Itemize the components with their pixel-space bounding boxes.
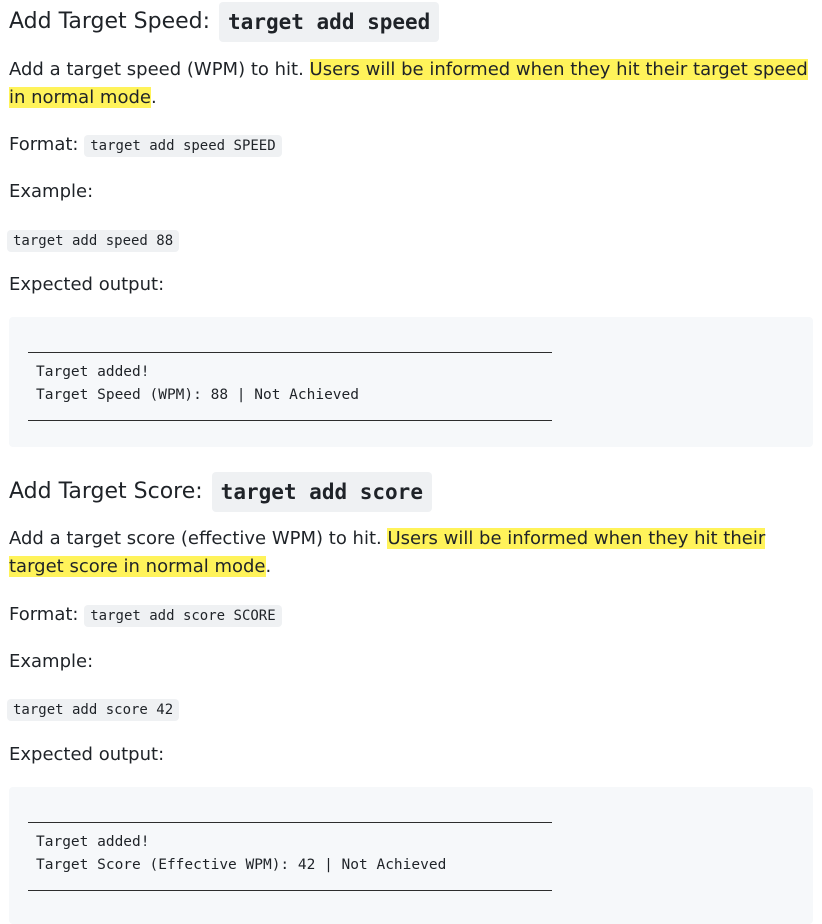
- output-line: Target added!: [36, 364, 150, 380]
- section-heading: Add Target Speed: target add speed: [9, 2, 813, 42]
- output-divider-bottom: [28, 890, 552, 891]
- example-label: Example:: [9, 181, 94, 202]
- example-paragraph: Example:: [9, 178, 813, 206]
- output-divider-top: [28, 352, 552, 353]
- format-code: target add score SCORE: [84, 605, 282, 627]
- section-add-target-score: Add Target Score: target add score: [9, 472, 813, 512]
- output-line: Target added!: [36, 834, 150, 850]
- example-code-paragraph: target add score 42: [7, 695, 813, 724]
- output-label: Expected output:: [9, 274, 165, 295]
- output-line: Target Score (Effective WPM): 42 | Not A…: [36, 857, 447, 873]
- section-add-target-speed: Add Target Speed: target add speed: [9, 2, 813, 42]
- description-end: .: [150, 87, 157, 108]
- output-label-paragraph: Expected output:: [9, 271, 813, 299]
- description-paragraph: Add a target speed (WPM) to hit. Users w…: [9, 56, 813, 112]
- output-divider-top: [28, 822, 552, 823]
- format-code: target add speed SPEED: [84, 135, 282, 157]
- example-paragraph: Example:: [9, 648, 813, 676]
- output-label-paragraph: Expected output:: [9, 741, 813, 769]
- document-page: Add Target Speed: target add speed Add a…: [0, 0, 822, 924]
- example-code: target add score 42: [7, 699, 180, 721]
- description-text: Add a target score (effective WPM) to hi…: [9, 528, 388, 549]
- output-divider-bottom: [28, 420, 552, 421]
- heading-command-code: target add speed: [219, 2, 440, 42]
- heading-command-code: target add score: [211, 472, 432, 512]
- format-label: Format:: [9, 134, 79, 155]
- section-heading: Add Target Score: target add score: [9, 472, 813, 512]
- format-label: Format:: [9, 604, 79, 625]
- example-code: target add speed 88: [7, 230, 180, 252]
- heading-text: Add Target Score:: [9, 479, 203, 504]
- description-end: .: [265, 556, 272, 577]
- description-paragraph: Add a target score (effective WPM) to hi…: [9, 525, 813, 581]
- output-code-block: Target added! Target Score (Effective WPM…: [9, 787, 813, 924]
- description-text: Add a target speed (WPM) to hit.: [9, 59, 310, 80]
- output-label: Expected output:: [9, 744, 165, 765]
- format-paragraph: Format: target add speed SPEED: [9, 131, 813, 160]
- example-code-paragraph: target add speed 88: [7, 226, 813, 255]
- heading-text: Add Target Speed:: [9, 9, 211, 34]
- format-paragraph: Format: target add score SCORE: [9, 601, 813, 630]
- example-label: Example:: [9, 651, 94, 672]
- output-code-block: Target added! Target Speed (WPM): 88 | No…: [9, 317, 813, 447]
- output-line: Target Speed (WPM): 88 | Not Achieved: [36, 387, 360, 403]
